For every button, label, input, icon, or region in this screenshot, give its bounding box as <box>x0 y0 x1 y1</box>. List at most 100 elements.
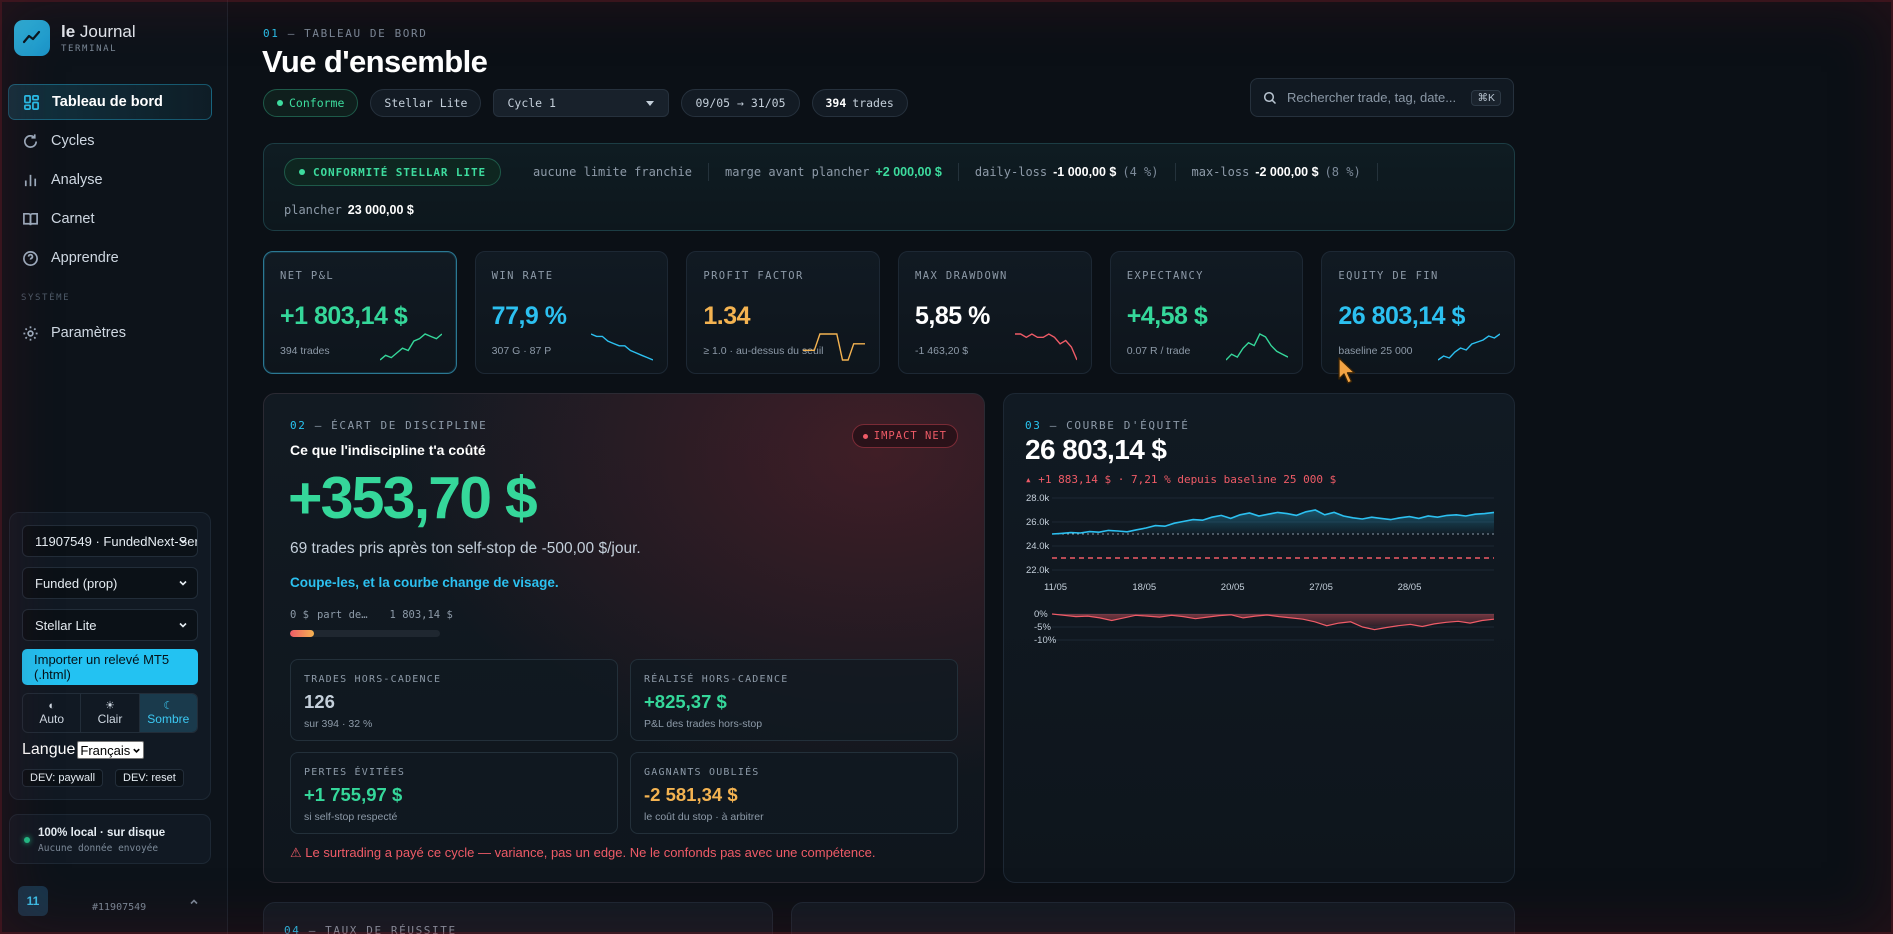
nav-label: Paramètres <box>51 325 126 341</box>
discipline-cta[interactable]: Coupe-les, et la courbe change de visage… <box>290 575 559 590</box>
sparkline-line <box>1014 333 1077 361</box>
account-select-value: 11907549 · FundedNext-Server <box>35 533 198 549</box>
import-mt5-button[interactable]: Importer un relevé MT5 (.html) <box>22 649 198 685</box>
gear-icon <box>23 325 38 341</box>
y-tick-label: 24.0k <box>1026 541 1049 552</box>
chevron-down-icon <box>179 580 187 586</box>
discipline-card: 02 — ÉCART DE DISCIPLINE IMPACT NET Ce q… <box>263 393 985 883</box>
kpi-card-max-drawdown[interactable]: MAX DRAWDOWN 5,85 % -1 463,20 $ <box>898 251 1092 374</box>
kpi-label: NET P&L <box>280 270 335 282</box>
brand[interactable]: le Journal TERMINAL <box>14 20 136 56</box>
equity-chart[interactable]: 28.0k 26.0k 24.0k 22.0k 11/05 18/05 20/05 27/05… <box>1004 490 1516 670</box>
local-subtitle: Aucune donnée envoyée <box>38 843 159 854</box>
share-bar-fill <box>290 630 314 637</box>
theme-label: Sombre <box>147 712 190 726</box>
date-range-chip[interactable]: 09/05 → 31/05 <box>681 89 800 117</box>
kpi-row: NET P&L +1 803,14 $ 394 trades WIN RATE … <box>263 251 1516 374</box>
breadcrumb: 01 — TABLEAU DE BORD <box>263 27 428 40</box>
sparkline-line <box>1438 333 1501 361</box>
trades-count-chip[interactable]: 394 trades <box>811 89 908 117</box>
dev-reset-button[interactable]: DEV: reset <box>115 769 184 787</box>
kpi-value: 77,9 % <box>491 302 567 330</box>
kpi-card-win-rate[interactable]: WIN RATE 77,9 % 307 G · 87 P <box>474 251 669 374</box>
nav-item-analyse[interactable]: Analyse <box>8 162 212 198</box>
nav-item-settings[interactable]: Paramètres <box>8 315 212 351</box>
half-circle-icon: ◐ <box>48 700 55 712</box>
kpi-label: WIN RATE <box>491 270 554 282</box>
theme-light-button[interactable]: ☀ Clair <box>81 694 140 732</box>
nav-item-dashboard[interactable]: Tableau de bord <box>8 84 212 120</box>
sun-icon: ☀ <box>105 700 115 712</box>
limit-status: aucune limite franchie <box>517 163 709 181</box>
stat-label: PERTES ÉVITÉES <box>304 767 406 778</box>
sparkline-line <box>591 333 654 361</box>
overtrading-warning: ⚠ Le surtrading a payé ce cycle — varian… <box>290 845 876 860</box>
stat-label: GAGNANTS OUBLIÉS <box>644 767 760 778</box>
kpi-value: +4,58 $ <box>1126 302 1208 330</box>
theme-label: Auto <box>39 712 64 726</box>
badge-label: IMPACT NET <box>873 430 947 442</box>
kpi-value: 26 803,14 $ <box>1338 302 1465 330</box>
nav-label: Analyse <box>51 172 103 188</box>
language-row: Langue Français <box>22 741 145 759</box>
sparkline <box>379 333 442 361</box>
account-select[interactable]: 11907549 · FundedNext-Server <box>22 525 198 557</box>
brand-name: le Journal <box>61 22 136 41</box>
plan-chip[interactable]: Stellar Lite <box>370 89 482 117</box>
nav-item-cycles[interactable]: Cycles <box>8 123 212 159</box>
nav-label: Apprendre <box>51 250 119 266</box>
nav-item-apprendre[interactable]: Apprendre <box>8 240 212 276</box>
caret-down-icon <box>646 101 655 106</box>
nav-item-carnet[interactable]: Carnet <box>8 201 212 237</box>
dev-buttons: DEV: paywall DEV: reset <box>22 769 184 787</box>
trades-count: 394 <box>825 96 847 110</box>
logo-icon <box>14 20 50 56</box>
refresh-icon <box>24 133 38 148</box>
kpi-value: +1 803,14 $ <box>280 302 408 330</box>
status-dot <box>24 837 30 843</box>
status-chip[interactable]: Conforme <box>263 89 359 117</box>
kpi-card-net-pnl[interactable]: NET P&L +1 803,14 $ 394 trades <box>263 251 457 374</box>
floor-metric: plancher 23 000,00 $ <box>284 203 414 217</box>
account-type-value: Funded (prop) <box>35 575 118 591</box>
plan-select-value: Stellar Lite <box>35 617 97 633</box>
kpi-card-final-equity[interactable]: EQUITY DE FIN 26 803,14 $ baseline 25 00… <box>1321 251 1516 374</box>
section-crumb: 04 — TAUX DE RÉUSSITE <box>284 924 457 934</box>
sparkline <box>591 333 654 361</box>
sparkline-line <box>379 333 442 361</box>
kpi-card-profit-factor[interactable]: PROFIT FACTOR 1.34 ≥ 1.0 · au-dessus du … <box>686 251 881 374</box>
account-type-select[interactable]: Funded (prop) <box>22 567 198 599</box>
stat-value: +1 755,97 $ <box>304 784 403 805</box>
cycle-select[interactable]: Cycle 1 <box>493 89 670 117</box>
help-circle-icon <box>23 250 38 266</box>
conformity-banner: CONFORMITÉ STELLAR LITE aucune limite fr… <box>263 143 1515 231</box>
theme-dark-button[interactable]: ☾ Sombre <box>139 694 197 732</box>
stat-label: TRADES HORS-CADENCE <box>304 674 442 685</box>
moon-icon: ☾ <box>163 700 174 712</box>
plan-select[interactable]: Stellar Lite <box>22 609 198 641</box>
user-menu[interactable]: 11 #11907549 <box>18 886 200 916</box>
discipline-description: 69 trades pris après ton self-stop de -5… <box>290 540 641 557</box>
search-input[interactable]: Rechercher trade, tag, date... ⌘K <box>1250 78 1514 117</box>
conformity-row: CONFORMITÉ STELLAR LITE aucune limite fr… <box>284 158 1378 186</box>
dev-paywall-button[interactable]: DEV: paywall <box>22 769 104 787</box>
equity-value: 26 803,14 $ <box>1025 434 1167 465</box>
stat-value: 126 <box>304 691 335 712</box>
kpi-label: EQUITY DE FIN <box>1338 270 1439 282</box>
stat-subtitle: sur 394 · 32 % <box>304 718 373 730</box>
section-crumb: 03 — COURBE D'ÉQUITÉ <box>1025 419 1190 432</box>
discipline-value: +353,70 $ <box>288 465 538 531</box>
mouse-cursor-icon <box>1338 357 1356 384</box>
drawdown-tick-label: -5% <box>1034 622 1051 633</box>
y-tick-label: 22.0k <box>1026 565 1049 576</box>
theme-switch: ◐ Auto ☀ Clair ☾ Sombre <box>22 693 198 733</box>
stat-off-cadence-realized: RÉALISÉ HORS-CADENCE +825,37 $ P&L des t… <box>630 659 958 741</box>
avatar: 11 <box>18 886 48 916</box>
theme-auto-button[interactable]: ◐ Auto <box>23 694 82 732</box>
language-select[interactable]: Français <box>77 741 145 759</box>
kpi-card-expectancy[interactable]: EXPECTANCY +4,58 $ 0.07 R / trade <box>1109 251 1304 374</box>
kpi-value: 5,85 % <box>915 302 990 330</box>
status-dot <box>277 100 283 106</box>
search-placeholder: Rechercher trade, tag, date... <box>1287 90 1457 105</box>
language-label: Langue <box>22 741 76 758</box>
